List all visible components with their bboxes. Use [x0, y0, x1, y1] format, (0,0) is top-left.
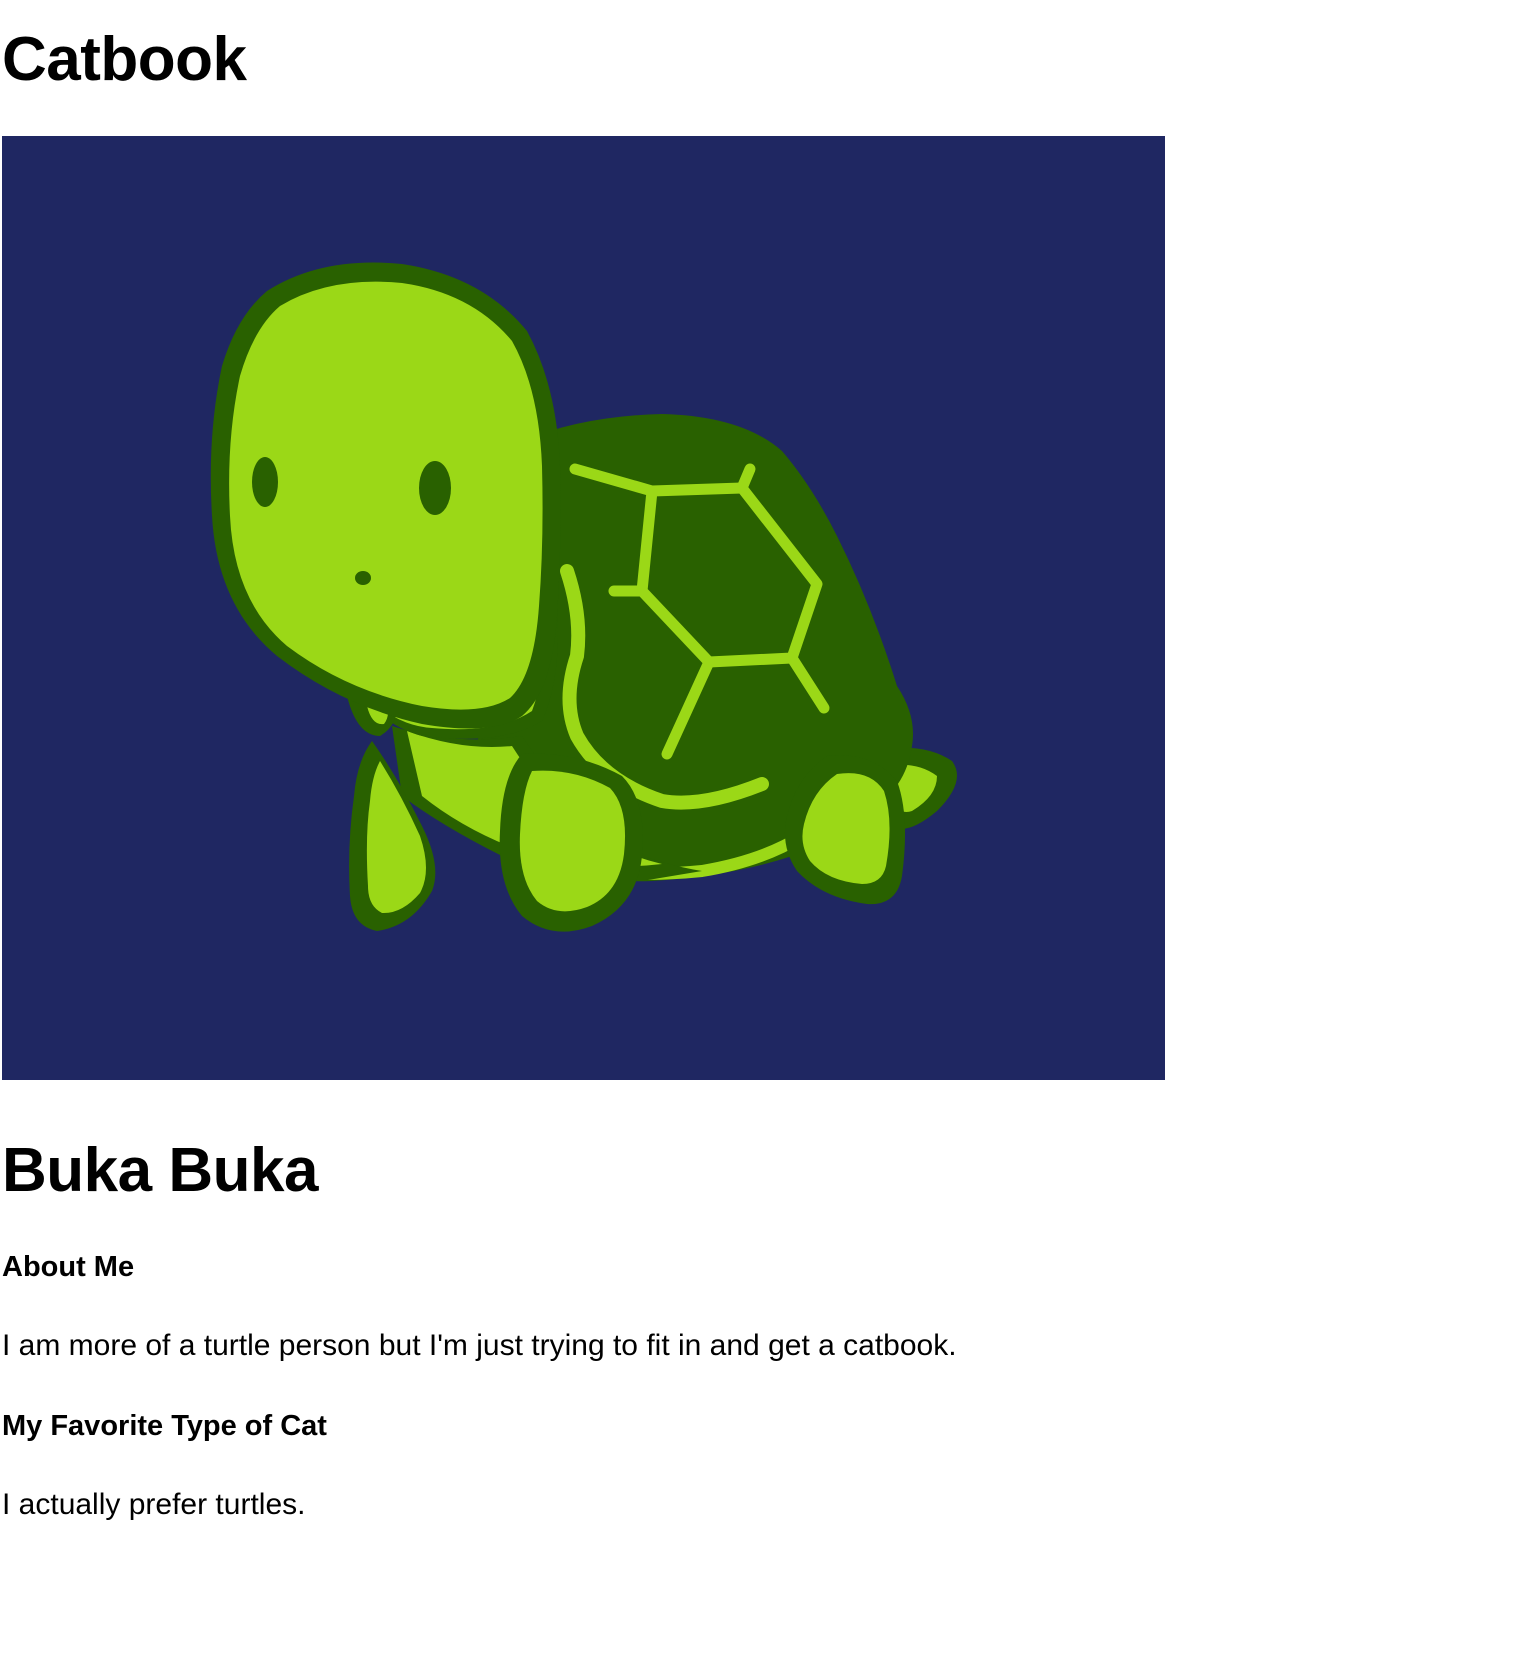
about-me-text: I am more of a turtle person but I'm jus… [2, 1329, 957, 1362]
favorite-cat-text: I actually prefer turtles. [2, 1488, 306, 1521]
front-right-leg [499, 753, 643, 932]
about-me-heading: About Me [2, 1251, 135, 1283]
site-title: Catbook [2, 25, 247, 94]
turtle-illustration-icon [2, 136, 1165, 1080]
profile-picture [2, 136, 1165, 1080]
favorite-cat-heading: My Favorite Type of Cat [2, 1410, 327, 1442]
profile-name: Buka Buka [2, 1136, 318, 1205]
